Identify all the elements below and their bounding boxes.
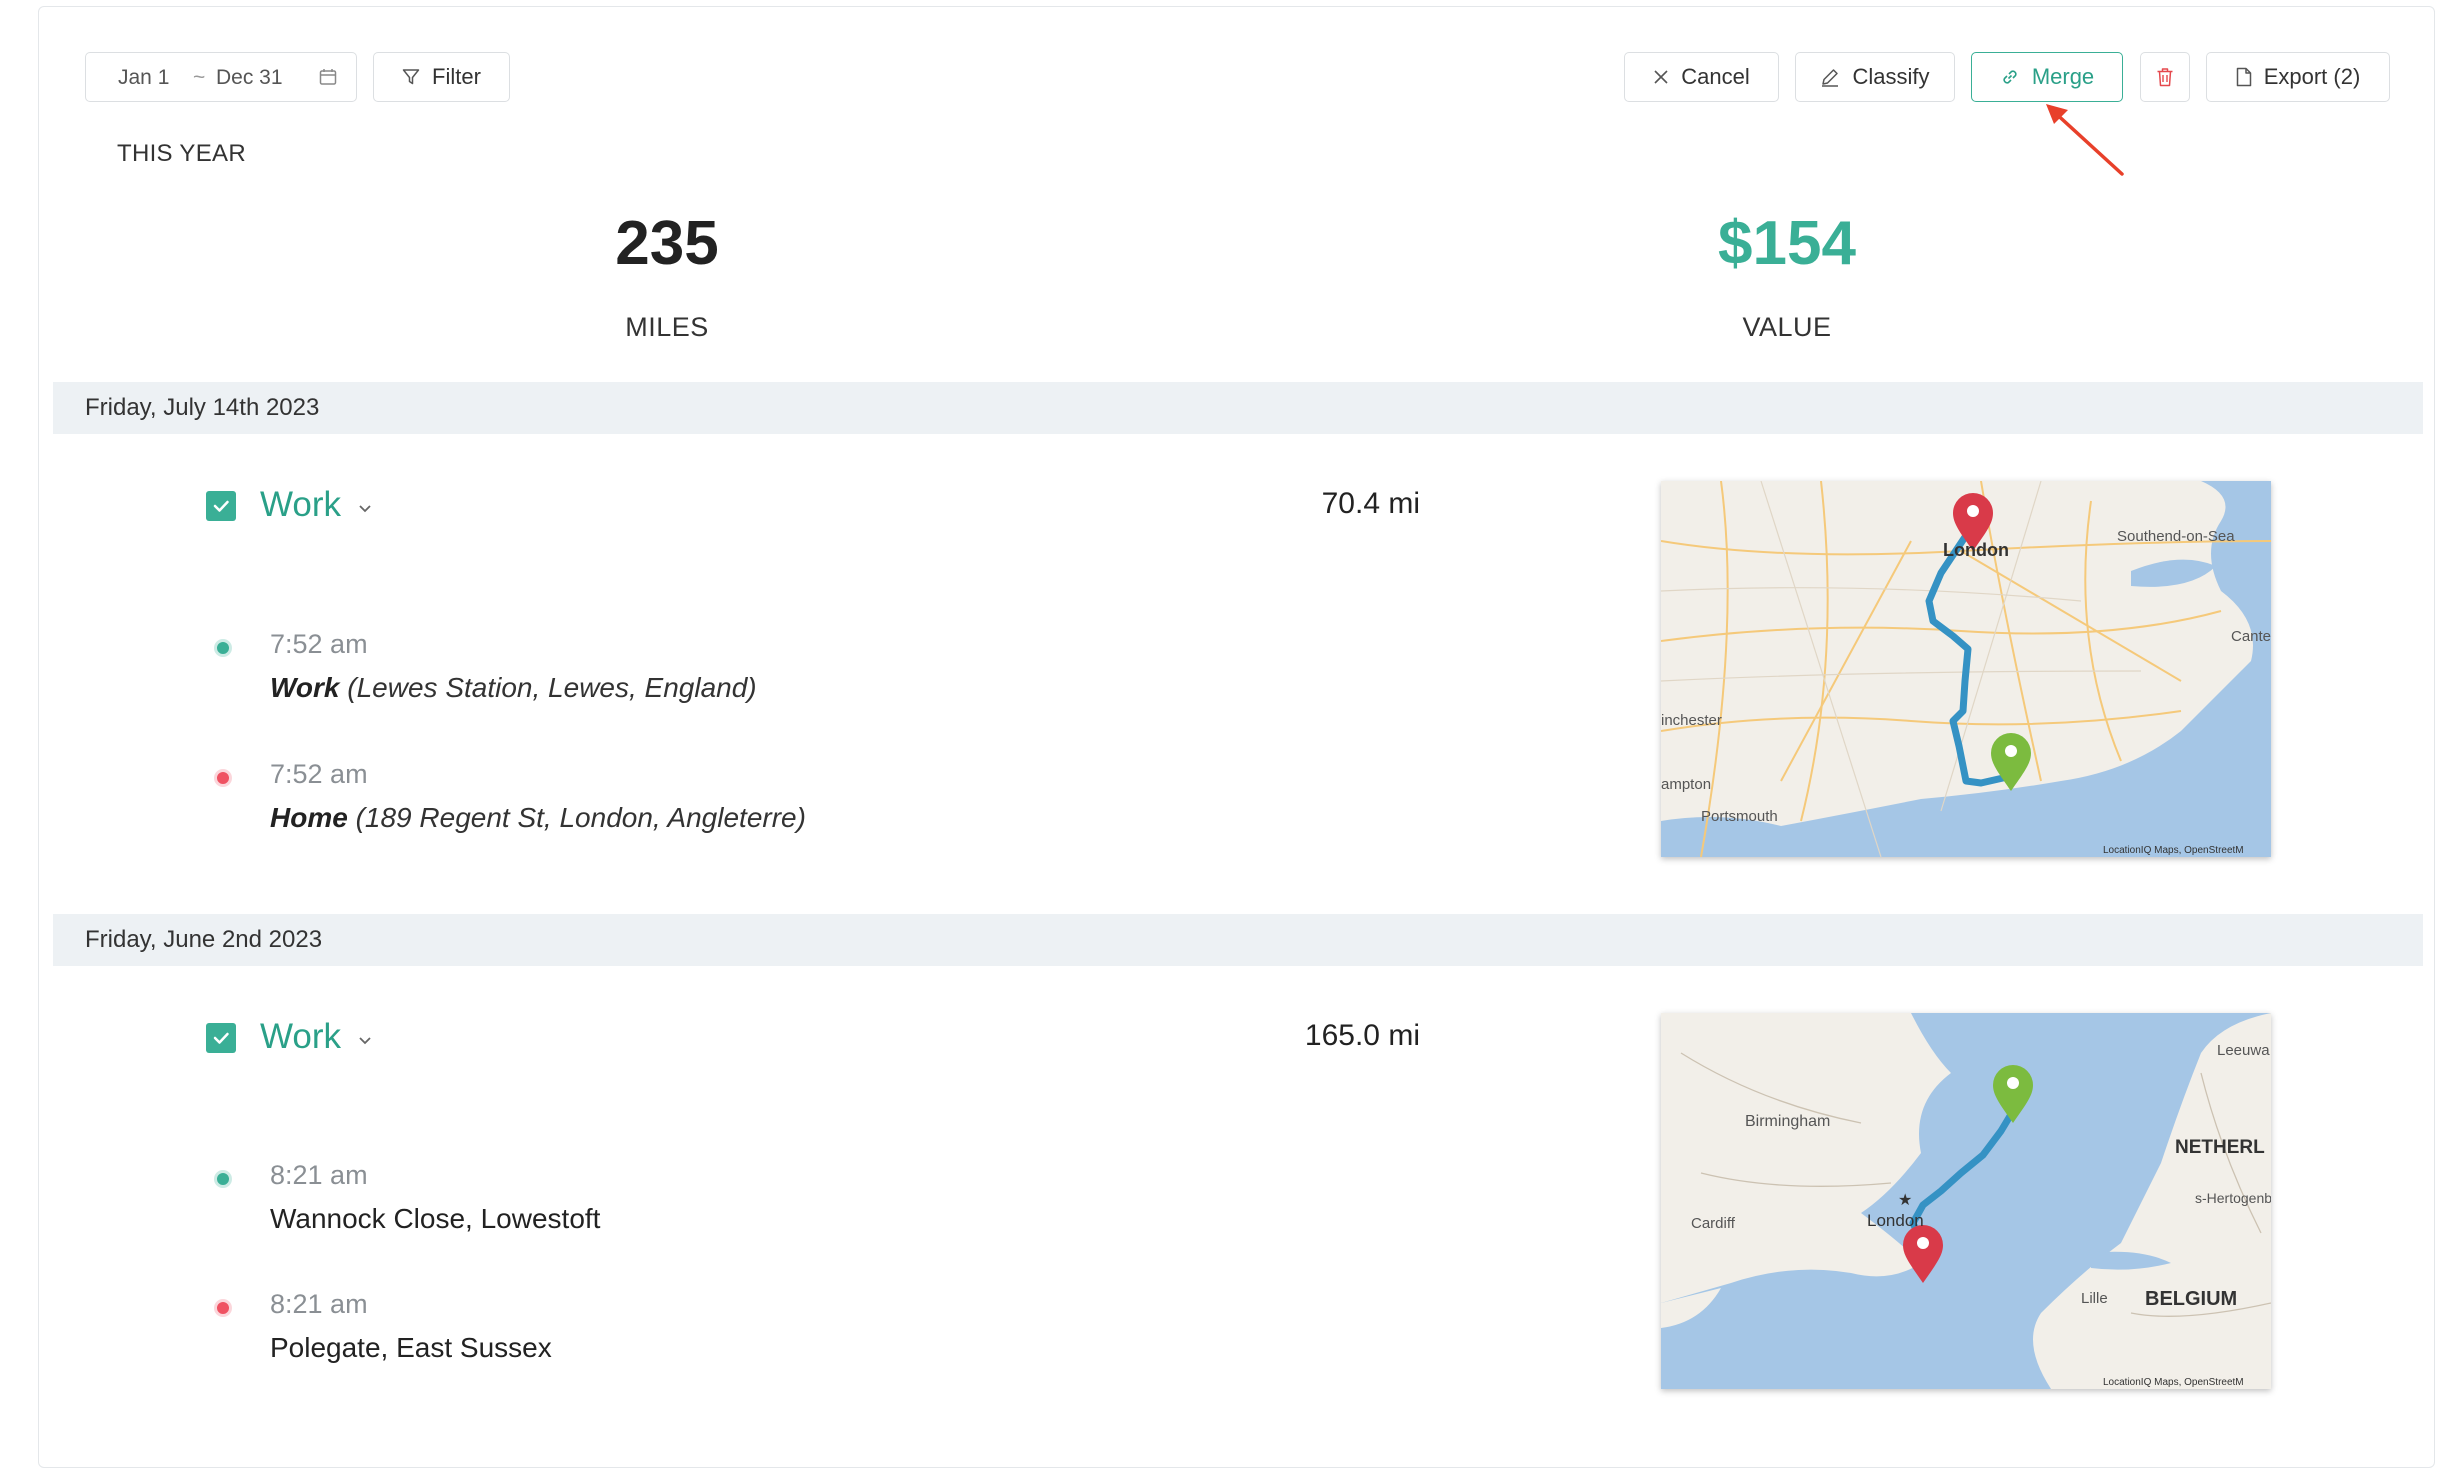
map-label: Cante — [2231, 628, 2271, 645]
start-point-dot — [214, 1170, 232, 1188]
checkmark-icon — [213, 1032, 229, 1044]
export-label: Export (2) — [2263, 64, 2361, 89]
merge-button[interactable]: Merge — [1971, 52, 2123, 102]
map-label: Birmingham — [1745, 1113, 1830, 1130]
trip-distance: 70.4 mi — [1321, 487, 1420, 520]
map-label: NETHERL — [2175, 1137, 2265, 1158]
date-from: Jan 1 — [118, 66, 170, 89]
end-point-dot — [214, 1299, 232, 1317]
trip-route-map[interactable]: ★ Leeuwa Birmingham NETHERL s-Hertogenbo… — [1661, 1013, 2271, 1389]
map-label: Southend-on-Sea — [2117, 528, 2235, 545]
value-label: VALUE — [1742, 312, 1832, 342]
trip-category[interactable]: Work — [260, 1017, 341, 1057]
period-label: THIS YEAR — [117, 140, 246, 167]
start-location-address: (Lewes Station, Lewes, England) — [347, 672, 757, 703]
svg-text:★: ★ — [1898, 1192, 1912, 1209]
end-location-address: (189 Regent St, London, Angleterre) — [355, 802, 806, 833]
trash-icon — [2157, 68, 2173, 87]
date-to: Dec 31 — [216, 66, 283, 89]
map-credit: LocationIQ Maps, OpenStreetM — [2103, 1377, 2244, 1388]
end-location-name: Home — [270, 802, 348, 833]
cancel-label: Cancel — [1681, 64, 1750, 89]
date-range-picker[interactable]: Jan 1 ~ Dec 31 — [85, 52, 357, 102]
trip-date-header: Friday, July 14th 2023 — [53, 382, 2423, 434]
value-total: $154 — [1718, 209, 1856, 278]
map-label: Portsmouth — [1701, 808, 1778, 825]
trip-distance: 165.0 mi — [1304, 1019, 1420, 1052]
trip-date: Friday, July 14th 2023 — [85, 394, 320, 421]
export-button[interactable]: Export (2) — [2206, 52, 2390, 102]
chevron-down-icon[interactable] — [358, 504, 372, 514]
map-label: London — [1943, 540, 2009, 560]
trip-checkbox[interactable] — [206, 491, 236, 521]
trip-route-map[interactable]: London Southend-on-Sea Cante inchester a… — [1661, 481, 2271, 857]
trip-checkbox[interactable] — [206, 1023, 236, 1053]
trip-date-header: Friday, June 2nd 2023 — [53, 914, 2423, 966]
pencil-icon — [1822, 69, 1839, 87]
filter-label: Filter — [432, 64, 481, 89]
delete-button[interactable] — [2140, 52, 2190, 102]
map-label: Lille — [2081, 1290, 2108, 1307]
filter-icon — [402, 69, 420, 85]
classify-label: Classify — [1852, 64, 1930, 89]
end-time: 7:52 am — [270, 759, 368, 789]
end-location: Polegate, East Sussex — [270, 1332, 552, 1363]
cancel-button[interactable]: Cancel — [1624, 52, 1779, 102]
start-location: Work (Lewes Station, Lewes, England) — [270, 672, 757, 704]
map-label: s-Hertogenbo — [2195, 1190, 2271, 1206]
trip-date: Friday, June 2nd 2023 — [85, 926, 323, 953]
start-time: 7:52 am — [270, 629, 368, 659]
start-point-dot — [214, 639, 232, 657]
link-icon — [2003, 70, 2017, 84]
map-label: Leeuwa — [2217, 1042, 2270, 1059]
end-time: 8:21 am — [270, 1289, 368, 1319]
map-label: Cardiff — [1691, 1215, 1736, 1232]
annotation-arrow — [2046, 104, 2124, 176]
miles-total: 235 — [615, 209, 719, 278]
filter-button[interactable]: Filter — [373, 52, 510, 102]
map-label: ampton — [1661, 776, 1711, 793]
start-location: Wannock Close, Lowestoft — [270, 1203, 601, 1234]
map-label: BELGIUM — [2145, 1288, 2237, 1310]
start-time: 8:21 am — [270, 1160, 368, 1190]
map-label: inchester — [1661, 712, 1722, 729]
trip-category[interactable]: Work — [260, 485, 341, 525]
end-point-dot — [214, 769, 232, 787]
merge-label: Merge — [2031, 64, 2095, 89]
start-location-name: Work — [270, 672, 340, 703]
chevron-down-icon[interactable] — [358, 1036, 372, 1046]
close-icon — [1654, 70, 1668, 84]
date-separator: ~ — [193, 66, 206, 89]
map-credit: LocationIQ Maps, OpenStreetM — [2103, 845, 2244, 856]
calendar-icon — [319, 69, 337, 85]
checkmark-icon — [213, 500, 229, 512]
end-location: Home (189 Regent St, London, Angleterre) — [270, 802, 806, 834]
document-icon — [2236, 67, 2251, 87]
classify-button[interactable]: Classify — [1795, 52, 1955, 102]
miles-label: MILES — [625, 312, 709, 342]
map-label: London — [1867, 1211, 1924, 1230]
